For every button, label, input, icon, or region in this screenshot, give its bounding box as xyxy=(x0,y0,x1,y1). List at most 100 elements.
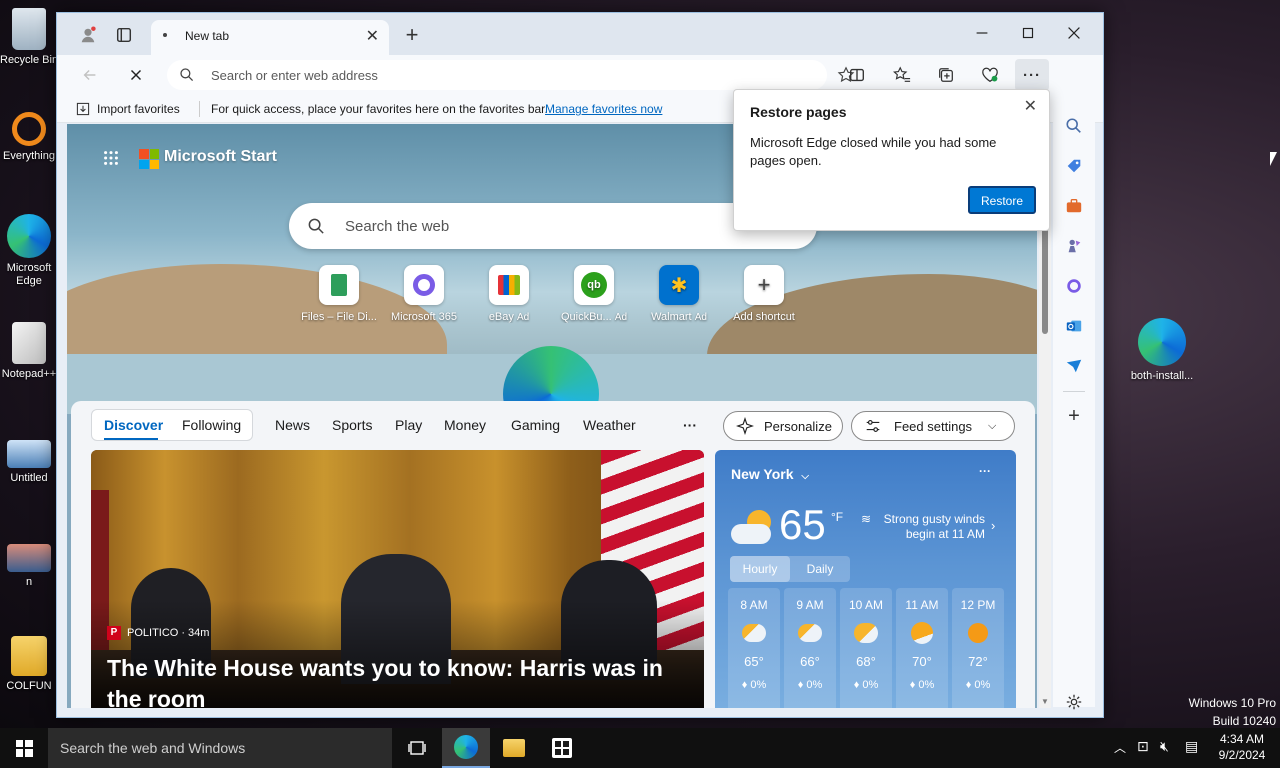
address-bar[interactable]: Search or enter web address xyxy=(167,60,855,90)
hour-column[interactable]: 10 AM 68° ♦ 0% xyxy=(840,588,892,708)
profile-icon xyxy=(81,26,96,43)
folder-icon xyxy=(11,636,47,676)
tab-actions-button[interactable] xyxy=(109,20,139,50)
nav-money[interactable]: Money xyxy=(444,417,486,433)
app-launcher-button[interactable] xyxy=(96,143,126,173)
tab-discover[interactable]: Discover xyxy=(104,417,163,433)
scroll-down-arrow-icon[interactable]: ▼ xyxy=(1041,697,1049,706)
desktop-icon-label: Recycle Bin xyxy=(0,54,58,66)
minimize-button[interactable] xyxy=(967,18,997,48)
stop-loading-button[interactable] xyxy=(121,60,151,90)
weather-more-button[interactable]: ··· xyxy=(979,464,991,478)
weather-tab-daily[interactable]: Daily xyxy=(790,556,850,582)
import-favorites-button[interactable]: Import favorites xyxy=(97,102,180,116)
split-screen-button[interactable] xyxy=(842,60,872,90)
hour-temp: 65° xyxy=(744,654,764,669)
sidebar-games-button[interactable] xyxy=(1059,231,1089,261)
volume-muted-icon[interactable]: 🔇︎ xyxy=(1160,738,1169,755)
desktop-icon-label: COLFUN xyxy=(6,680,52,692)
taskbar-search-box[interactable]: Search the web and Windows xyxy=(48,728,392,768)
partly-cloudy-icon xyxy=(798,624,822,642)
personalize-button[interactable]: Personalize xyxy=(723,411,843,441)
tab-following[interactable]: Following xyxy=(182,417,241,433)
news-headline[interactable]: The White House wants you to know: Harri… xyxy=(107,653,687,708)
dialog-close-icon[interactable]: ✕ xyxy=(1024,96,1037,116)
desktop-icon-n[interactable]: n xyxy=(0,544,58,589)
sidebar-add-button[interactable]: + xyxy=(1059,401,1089,431)
split-screen-icon xyxy=(850,68,864,82)
restore-pages-message: Microsoft Edge closed while you had some… xyxy=(750,135,997,168)
hour-precip: 0% xyxy=(862,679,879,691)
manage-favorites-link[interactable]: Manage favorites now xyxy=(545,102,662,116)
weather-tab-hourly[interactable]: Hourly xyxy=(730,556,790,582)
desktop-icon-colfun[interactable]: COLFUN xyxy=(0,636,58,693)
sidebar-search-button[interactable] xyxy=(1059,111,1089,141)
scrollbar-thumb[interactable] xyxy=(1042,224,1048,334)
hour-column[interactable]: 9 AM 66° ♦ 0% xyxy=(784,588,836,708)
nav-play[interactable]: Play xyxy=(395,417,422,433)
hour-column[interactable]: 12 PM 72° ♦ 0% xyxy=(952,588,1004,708)
collections-button[interactable] xyxy=(931,60,961,90)
network-icon[interactable]: ⊡ xyxy=(1137,738,1149,755)
start-button[interactable] xyxy=(0,728,48,768)
desktop-icon-everything[interactable]: Everything xyxy=(0,112,58,163)
brand-title[interactable]: Microsoft Start xyxy=(164,148,277,166)
weather-summary[interactable]: Strong gusty winds begin at 11 AM xyxy=(879,512,985,542)
profile-button[interactable] xyxy=(73,20,103,50)
ad-badge: Ad xyxy=(694,312,707,323)
shortcut-walmart[interactable]: ✱ Walmart Ad xyxy=(639,265,719,323)
browser-essentials-button[interactable] xyxy=(975,60,1005,90)
weather-card[interactable]: New York ⌵ ··· 65 °F ≋ Strong gusty wind… xyxy=(715,450,1016,708)
weather-location-row[interactable]: New York ⌵ xyxy=(731,466,809,482)
desktop-icon-edge[interactable]: Microsoft Edge xyxy=(0,214,58,288)
taskbar-store-button[interactable] xyxy=(538,728,586,768)
hour-column[interactable]: 8 AM 65° ♦ 0% xyxy=(728,588,780,708)
shortcut-microsoft-365[interactable]: Microsoft 365 xyxy=(384,265,464,323)
sidebar-tools-button[interactable] xyxy=(1059,191,1089,221)
hour-column[interactable]: 11 AM 70° ♦ 0% xyxy=(896,588,948,708)
restore-button[interactable]: Restore xyxy=(968,186,1036,214)
settings-and-more-button[interactable]: ··· xyxy=(1015,59,1049,91)
nav-news[interactable]: News xyxy=(275,417,310,433)
tab-new-tab[interactable]: New tab ✕ xyxy=(151,20,389,55)
partly-cloudy-icon xyxy=(729,508,775,546)
shortcut-ebay[interactable]: eBay Ad xyxy=(469,265,549,323)
favorites-button[interactable] xyxy=(887,60,917,90)
desktop-icon-recycle-bin[interactable]: Recycle Bin xyxy=(0,8,58,67)
taskbar-edge-button[interactable] xyxy=(442,728,490,768)
feed-settings-button[interactable]: Feed settings ⌵ xyxy=(851,411,1015,441)
weather-unit[interactable]: °F xyxy=(831,510,843,524)
chevron-up-icon[interactable]: ︿ xyxy=(1114,739,1126,756)
nav-more-button[interactable]: ··· xyxy=(683,417,697,433)
shortcut-add[interactable]: + Add shortcut xyxy=(724,265,804,323)
nav-sports[interactable]: Sports xyxy=(332,417,372,433)
nav-gaming[interactable]: Gaming xyxy=(511,417,560,433)
tab-loading-dot-icon xyxy=(163,33,167,37)
sparkle-icon xyxy=(736,417,754,435)
chevron-right-icon[interactable]: › xyxy=(991,518,995,533)
sidebar-m365-button[interactable] xyxy=(1059,271,1089,301)
gear-icon xyxy=(1066,694,1082,710)
close-window-button[interactable] xyxy=(1059,18,1089,48)
desktop-icon-untitled[interactable]: Untitled xyxy=(0,440,58,485)
back-button[interactable] xyxy=(75,60,105,90)
news-card[interactable]: P POLITICO · 34m The White House wants y… xyxy=(91,450,704,708)
taskbar-explorer-button[interactable] xyxy=(490,728,538,768)
shortcut-files[interactable]: Files – File Di... xyxy=(299,265,379,323)
sidebar-settings-button[interactable] xyxy=(1059,687,1089,717)
tab-close-icon[interactable]: ✕ xyxy=(366,26,379,46)
maximize-button[interactable] xyxy=(1013,18,1043,48)
new-tab-button[interactable]: + xyxy=(397,20,427,50)
clock[interactable]: 4:34 AM 9/2/2024 xyxy=(1208,731,1276,763)
desktop-icon-both-install[interactable]: both-install... xyxy=(1124,318,1200,383)
sidebar-outlook-button[interactable] xyxy=(1059,311,1089,341)
edge-installer-icon xyxy=(1138,318,1186,366)
action-center-icon[interactable]: ▤ xyxy=(1185,738,1198,755)
sidebar-drop-button[interactable] xyxy=(1059,351,1089,381)
shortcut-quickbooks[interactable]: qb QuickBu... Ad xyxy=(554,265,634,323)
ad-badge: Ad xyxy=(516,312,530,323)
desktop-icon-notepadpp[interactable]: Notepad++ xyxy=(0,322,58,381)
task-view-button[interactable] xyxy=(396,728,438,768)
sidebar-shopping-button[interactable] xyxy=(1059,151,1089,181)
nav-weather[interactable]: Weather xyxy=(583,417,636,433)
